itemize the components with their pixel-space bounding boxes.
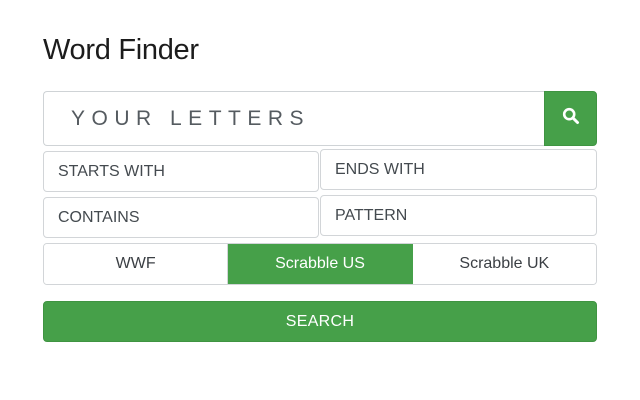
search-icon-button[interactable] <box>544 91 597 146</box>
letters-search-row <box>43 91 597 146</box>
search-button[interactable]: SEARCH <box>43 301 597 342</box>
starts-with-field[interactable] <box>43 151 319 192</box>
dictionary-option-scrabble-us[interactable]: Scrabble US <box>228 244 413 284</box>
dictionary-option-scrabble-uk[interactable]: Scrabble UK <box>412 244 596 284</box>
dictionary-option-wwf[interactable]: WWF <box>44 244 229 284</box>
dictionary-selector: WWF Scrabble US Scrabble UK <box>43 243 597 285</box>
pattern-field[interactable] <box>320 195 597 236</box>
search-icon <box>562 107 580 130</box>
letters-input[interactable] <box>43 91 544 146</box>
page-title: Word Finder <box>43 34 199 66</box>
ends-with-field[interactable] <box>320 149 597 190</box>
word-finder-page: Word Finder WWF Scrabble US Scrabble UK … <box>0 0 640 400</box>
contains-field[interactable] <box>43 197 319 238</box>
